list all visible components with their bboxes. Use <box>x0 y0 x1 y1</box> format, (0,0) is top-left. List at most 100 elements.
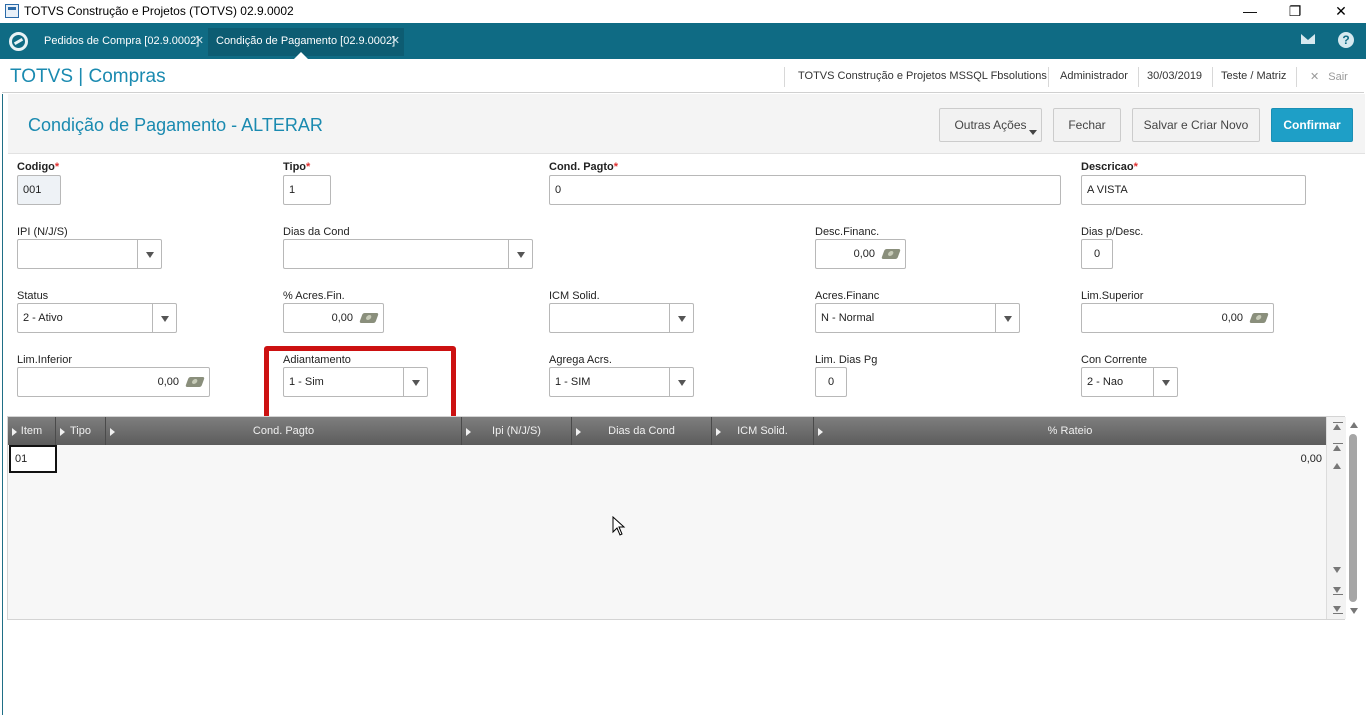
totvs-logo-icon[interactable] <box>9 32 28 51</box>
con-corrente-select[interactable]: 2 - Nao <box>1081 367 1178 397</box>
con-corrente-value: 2 - Nao <box>1087 376 1124 388</box>
status-select[interactable]: 2 - Ativo <box>17 303 177 333</box>
mail-icon[interactable] <box>1301 34 1315 44</box>
column-header-tipo[interactable]: Tipo <box>56 417 106 445</box>
sort-arrow-icon <box>110 428 115 436</box>
scrollbar-thumb[interactable] <box>1349 434 1357 602</box>
chevron-down-icon[interactable] <box>152 304 176 332</box>
dias-cond-select[interactable] <box>283 239 533 269</box>
header-divider <box>1212 67 1213 87</box>
highlight-box <box>264 346 456 426</box>
tab-label: Condição de Pagamento [02.9.0002] <box>216 35 396 47</box>
help-icon[interactable]: ? <box>1338 32 1354 48</box>
close-icon: ✕ <box>1310 71 1320 83</box>
codigo-field[interactable]: 001 <box>17 175 61 205</box>
lim-superior-value: 0,00 <box>1221 312 1243 324</box>
icm-solid-select[interactable] <box>549 303 694 333</box>
scroll-top-icon[interactable] <box>1330 420 1344 434</box>
acres-financ-select[interactable]: N - Normal <box>815 303 1020 333</box>
grid-cell-item[interactable]: 01 <box>9 445 57 473</box>
money-icon[interactable] <box>359 313 379 323</box>
exit-label: Sair <box>1328 71 1348 83</box>
close-window-icon[interactable]: ✕ <box>1318 0 1364 23</box>
scroll-down-icon[interactable] <box>1347 604 1361 618</box>
descricao-field[interactable]: A VISTA <box>1081 175 1306 205</box>
lim-inferior-label: Lim.Inferior <box>17 354 73 366</box>
chevron-down-icon[interactable] <box>669 304 693 332</box>
cond-pagto-field[interactable]: 0 <box>549 175 1061 205</box>
acres-fin-field[interactable]: 0,00 <box>283 303 384 333</box>
acres-fin-label: % Acres.Fin. <box>283 290 345 302</box>
sort-arrow-icon <box>60 428 65 436</box>
app-window-icon <box>5 4 19 18</box>
sort-arrow-icon <box>466 428 471 436</box>
tab-condicao-de-pagamento[interactable]: Condição de Pagamento [02.9.0002] ✕ <box>208 28 404 59</box>
chevron-down-icon[interactable] <box>669 368 693 396</box>
minimize-icon[interactable]: — <box>1227 0 1273 23</box>
user-label[interactable]: Administrador <box>1060 70 1128 82</box>
desc-financ-label: Desc.Financ. <box>815 226 880 238</box>
dias-p-desc-label: Dias p/Desc. <box>1081 226 1144 238</box>
lim-inferior-field[interactable]: 0,00 <box>17 367 210 397</box>
close-tab-icon[interactable]: ✕ <box>391 28 400 54</box>
tipo-field[interactable]: 1 <box>283 175 331 205</box>
con-corrente-label: Con Corrente <box>1081 354 1148 366</box>
icm-solid-label: ICM Solid. <box>549 290 600 302</box>
chevron-down-icon[interactable] <box>137 240 161 268</box>
descricao-label: Descricao* <box>1081 161 1138 173</box>
dias-p-desc-field[interactable]: 0 <box>1081 239 1113 269</box>
chevron-down-icon[interactable] <box>1153 368 1177 396</box>
environment-label[interactable]: TOTVS Construção e Projetos MSSQL Fbsolu… <box>798 70 1047 82</box>
column-header-icm-solid[interactable]: ICM Solid. <box>712 417 814 445</box>
tab-pedidos-de-compra[interactable]: Pedidos de Compra [02.9.0002] ✕ <box>36 28 208 56</box>
ipi-label: IPI (N/J/S) <box>17 226 68 238</box>
active-tab-pointer <box>294 52 308 59</box>
fechar-button[interactable]: Fechar <box>1053 108 1121 142</box>
money-icon[interactable] <box>1249 313 1269 323</box>
page-scrollbar[interactable] <box>1345 416 1362 620</box>
desc-financ-value: 0,00 <box>853 248 875 260</box>
column-header-rateio[interactable]: % Rateio <box>814 417 1326 445</box>
close-tab-icon[interactable]: ✕ <box>195 28 204 54</box>
branch-label[interactable]: Teste / Matriz <box>1221 70 1286 82</box>
column-header-item[interactable]: Item <box>8 417 56 445</box>
header-divider <box>1296 67 1297 87</box>
acres-financ-label: Acres.Financ <box>815 290 880 302</box>
restore-icon[interactable]: ❐ <box>1272 0 1318 23</box>
money-icon[interactable] <box>185 377 205 387</box>
chevron-down-icon[interactable] <box>508 240 532 268</box>
sort-arrow-icon <box>818 428 823 436</box>
outras-acoes-button[interactable]: Outras Ações <box>939 108 1042 142</box>
date-label[interactable]: 30/03/2019 <box>1147 70 1202 82</box>
grid-cell-rateio[interactable]: 0,00 <box>1248 445 1322 473</box>
status-label: Status <box>17 290 49 302</box>
scroll-up-icon[interactable] <box>1330 459 1344 473</box>
app-header: TOTVS | Compras TOTVS Construção e Proje… <box>2 61 1364 93</box>
column-header-cond-pagto[interactable]: Cond. Pagto <box>106 417 462 445</box>
mouse-cursor-icon <box>612 516 626 536</box>
sort-arrow-icon <box>12 428 17 436</box>
confirmar-button[interactable]: Confirmar <box>1271 108 1353 142</box>
column-header-ipi[interactable]: Ipi (N/J/S) <box>462 417 572 445</box>
scroll-page-down-icon[interactable] <box>1330 583 1344 597</box>
scroll-up-icon[interactable] <box>1347 418 1361 432</box>
header-divider <box>1048 67 1049 87</box>
desc-financ-field[interactable]: 0,00 <box>815 239 906 269</box>
lim-inferior-value: 0,00 <box>157 376 179 388</box>
lim-superior-field[interactable]: 0,00 <box>1081 303 1274 333</box>
money-icon[interactable] <box>881 249 901 259</box>
page-title: Condição de Pagamento - ALTERAR <box>28 115 323 135</box>
salvar-criar-novo-button[interactable]: Salvar e Criar Novo <box>1132 108 1260 142</box>
scroll-down-icon[interactable] <box>1330 563 1344 577</box>
lim-dias-pg-label: Lim. Dias Pg <box>815 354 878 366</box>
chevron-down-icon[interactable] <box>995 304 1019 332</box>
lim-dias-pg-field[interactable]: 0 <box>815 367 847 397</box>
agrega-acrs-select[interactable]: 1 - SIM <box>549 367 694 397</box>
scroll-bottom-icon[interactable] <box>1330 602 1344 616</box>
acres-financ-value: N - Normal <box>821 312 875 324</box>
exit-button[interactable]: ✕ Sair <box>1310 70 1348 83</box>
ipi-select[interactable] <box>17 239 162 269</box>
grid-scrollbar[interactable] <box>1326 417 1346 619</box>
scroll-page-up-icon[interactable] <box>1330 441 1344 455</box>
column-header-dias-cond[interactable]: Dias da Cond <box>572 417 712 445</box>
